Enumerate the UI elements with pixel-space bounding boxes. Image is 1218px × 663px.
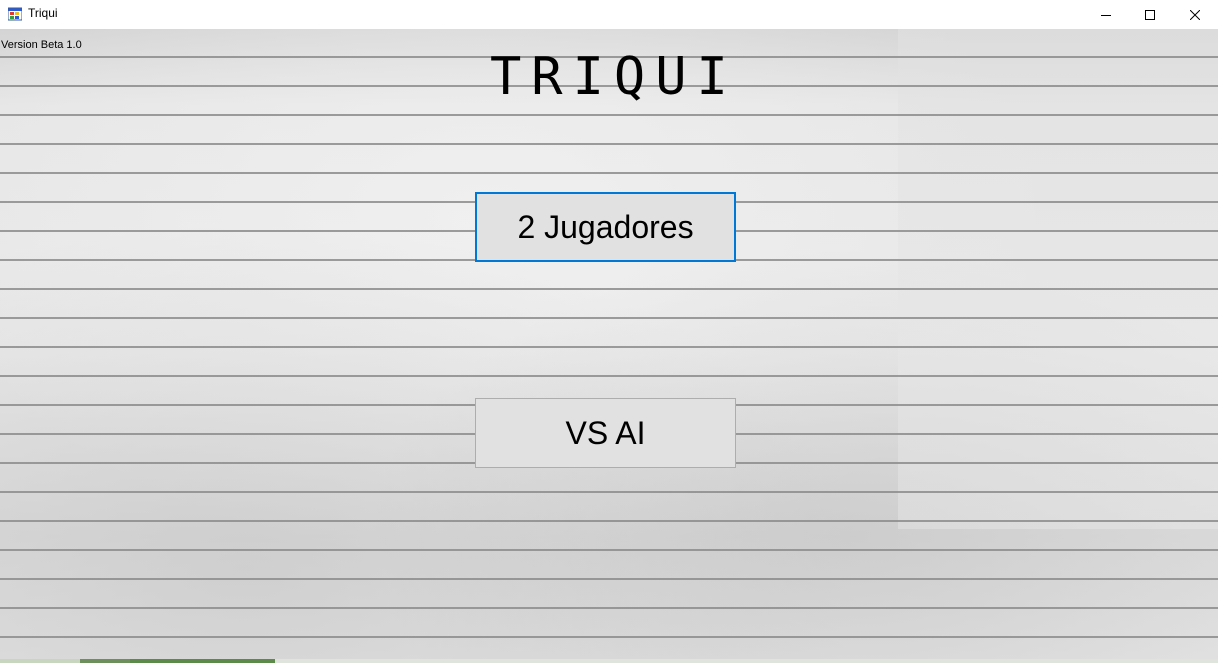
vs-ai-button[interactable]: VS AI — [475, 398, 736, 468]
background-image-edge — [0, 659, 1218, 663]
minimize-icon — [1101, 14, 1111, 16]
lined-paper-background — [0, 29, 1218, 663]
windows-form-icon — [8, 7, 22, 21]
form-client-area: Version Beta 1.0 TRIQUI 2 Jugadores VS A… — [0, 29, 1218, 663]
maximize-button[interactable] — [1127, 0, 1173, 29]
window-title: Triqui — [28, 6, 58, 20]
title-bar[interactable]: Triqui — [0, 0, 1218, 29]
app-window: Triqui Version Beta 1.0 TRIQUI 2 Jugador… — [0, 0, 1218, 663]
close-button[interactable] — [1172, 0, 1218, 29]
two-players-button[interactable]: 2 Jugadores — [475, 192, 736, 262]
version-label: Version Beta 1.0 — [1, 39, 82, 51]
maximize-icon — [1145, 9, 1155, 20]
close-icon — [1190, 9, 1200, 20]
game-title: TRIQUI — [490, 47, 738, 107]
minimize-button[interactable] — [1083, 0, 1129, 29]
